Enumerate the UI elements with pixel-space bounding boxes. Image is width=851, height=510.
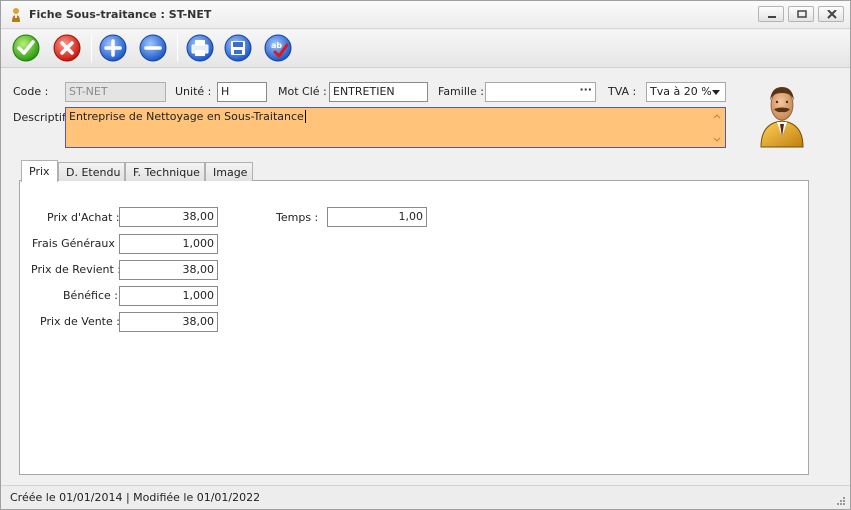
famille-label: Famille : [438, 85, 484, 98]
prix-achat-label: Prix d'Achat : [47, 211, 120, 224]
avatar [760, 87, 804, 148]
descriptif-text: Entreprise de Nettoyage en Sous-Traitanc… [69, 110, 304, 123]
prix-revient-label: Prix de Revient : [31, 263, 122, 276]
prix-vente-label: Prix de Vente : [40, 315, 120, 328]
tab-f-technique[interactable]: F. Technique [125, 162, 205, 181]
maximize-button[interactable] [788, 6, 814, 22]
status-bar: Créée le 01/01/2014 | Modifiée le 01/01/… [1, 485, 850, 509]
code-field[interactable]: ST-NET [65, 82, 166, 102]
tab-prix[interactable]: Prix [21, 160, 58, 182]
print-icon[interactable] [185, 33, 215, 63]
add-icon[interactable] [98, 33, 128, 63]
unite-field[interactable]: H [217, 82, 267, 102]
toolbar: ab [1, 30, 850, 68]
toolbar-separator [177, 34, 178, 62]
remove-icon[interactable] [138, 33, 168, 63]
svg-text:ab: ab [271, 41, 282, 50]
minimize-button[interactable] [758, 6, 784, 22]
minimize-icon [768, 16, 776, 18]
tva-select[interactable]: Tva à 20 % [646, 82, 726, 102]
prix-revient-field[interactable]: 38,00 [119, 260, 218, 280]
famille-field[interactable]: ··· [485, 82, 596, 102]
spellcheck-icon[interactable]: ab [263, 33, 293, 63]
prix-vente-field[interactable]: 38,00 [119, 312, 218, 332]
unite-label: Unité : [175, 85, 212, 98]
descriptif-textarea[interactable]: Entreprise de Nettoyage en Sous-Traitanc… [65, 107, 726, 148]
chevron-down-icon[interactable] [712, 90, 720, 95]
close-icon [827, 10, 837, 19]
code-label: Code : [13, 85, 49, 98]
toolbar-separator [91, 34, 92, 62]
famille-browse-button[interactable]: ··· [579, 83, 592, 96]
temps-field[interactable]: 1,00 [327, 207, 427, 227]
motcle-label: Mot Clé : [278, 85, 327, 98]
window-title: Fiche Sous-traitance : ST-NET [29, 8, 212, 21]
frais-generaux-label: Frais Généraux : [32, 237, 123, 250]
temps-label: Temps : [276, 211, 319, 224]
motcle-field[interactable]: ENTRETIEN [329, 82, 428, 102]
close-window-button[interactable] [818, 6, 844, 22]
title-bar: Fiche Sous-traitance : ST-NET [1, 1, 850, 29]
tva-label: TVA : [608, 85, 637, 98]
status-text: Créée le 01/01/2014 | Modifiée le 01/01/… [10, 491, 261, 504]
prix-achat-field[interactable]: 38,00 [119, 207, 218, 227]
maximize-icon [797, 10, 807, 18]
validate-icon[interactable] [11, 33, 41, 63]
tab-image[interactable]: Image [205, 162, 253, 181]
app-icon [12, 8, 20, 22]
window: Fiche Sous-traitance : ST-NET ab Code: … [0, 0, 851, 510]
save-icon[interactable] [223, 33, 253, 63]
benefice-label: Bénéfice : [63, 289, 118, 302]
tva-selected-value: Tva à 20 % [650, 85, 712, 98]
resize-grip-icon[interactable] [836, 496, 846, 506]
descriptif-scrollbar[interactable] [711, 110, 723, 145]
frais-generaux-field[interactable]: 1,000 [119, 234, 218, 254]
cancel-icon[interactable] [52, 33, 82, 63]
benefice-field[interactable]: 1,000 [119, 286, 218, 306]
tab-d-etendu[interactable]: D. Etendu [58, 162, 125, 181]
